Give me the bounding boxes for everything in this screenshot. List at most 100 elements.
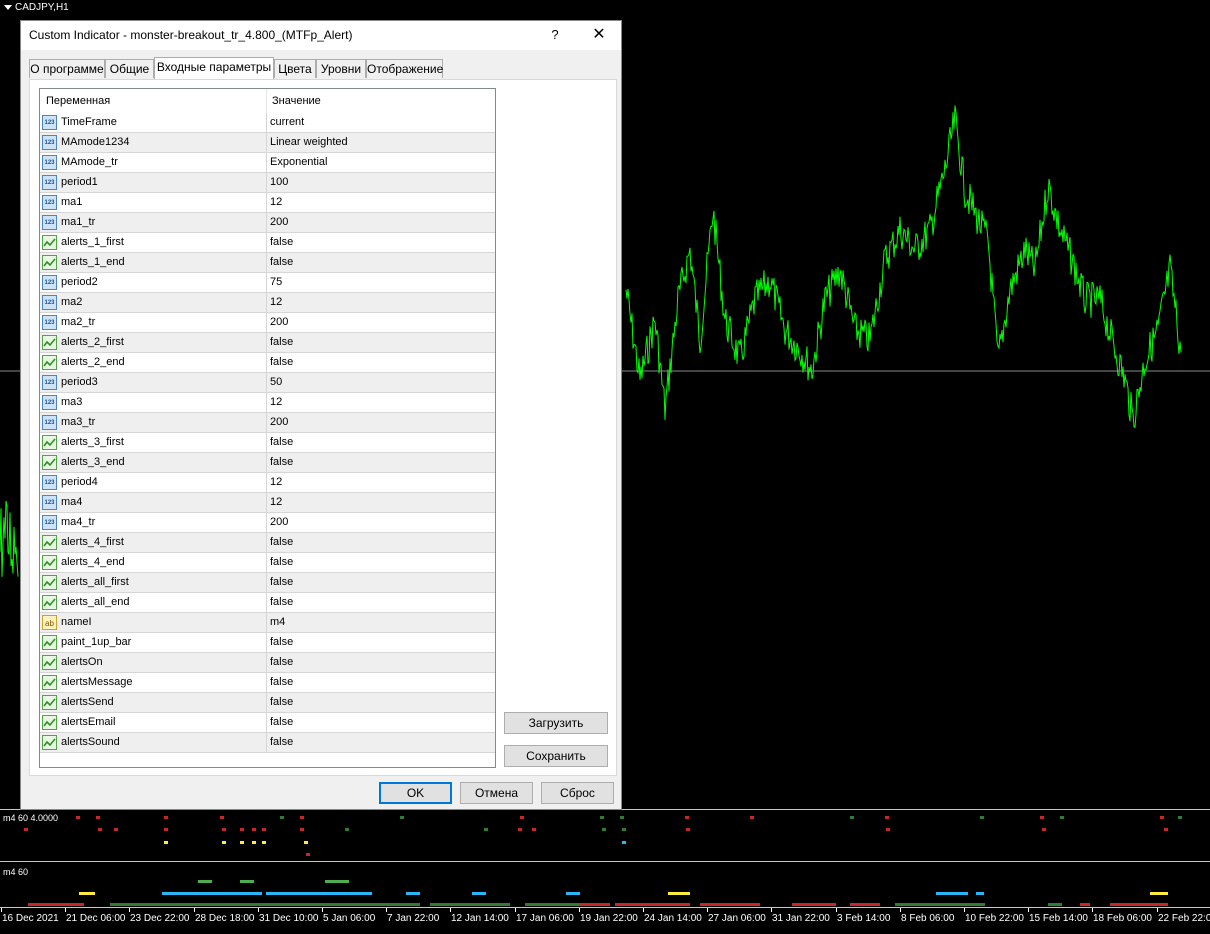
parameter-value[interactable]: 12 xyxy=(270,396,282,408)
parameter-value[interactable]: 75 xyxy=(270,276,282,288)
indicator-mark xyxy=(484,828,488,831)
time-axis-tick xyxy=(1092,908,1093,912)
parameter-value[interactable]: false xyxy=(270,436,293,448)
parameter-row[interactable]: 123 ma3_tr 200 xyxy=(40,413,495,433)
parameter-value[interactable]: false xyxy=(270,716,293,728)
parameter-row[interactable]: 123 ma1 12 xyxy=(40,193,495,213)
parameter-name: alerts_2_first xyxy=(61,336,124,348)
indicator-mark xyxy=(520,816,524,819)
parameter-value[interactable]: 200 xyxy=(270,516,288,528)
indicator-mark xyxy=(1178,816,1182,819)
parameter-value[interactable]: 12 xyxy=(270,476,282,488)
parameter-row[interactable]: 123 period2 75 xyxy=(40,273,495,293)
parameter-row[interactable]: alertsOn false xyxy=(40,653,495,673)
parameter-value[interactable]: false xyxy=(270,256,293,268)
column-header-value[interactable]: Значение xyxy=(272,95,321,107)
parameter-value[interactable]: false xyxy=(270,336,293,348)
parameter-row[interactable]: 123 ma3 12 xyxy=(40,393,495,413)
parameter-row[interactable]: 123 TimeFrame current xyxy=(40,113,495,133)
parameter-value[interactable]: 12 xyxy=(270,296,282,308)
tab-common[interactable]: Общие xyxy=(105,59,154,78)
parameter-row[interactable]: 123 MAmode_tr Exponential xyxy=(40,153,495,173)
close-icon[interactable]: ✕ xyxy=(587,24,611,46)
parameter-value[interactable]: 100 xyxy=(270,176,288,188)
parameter-row[interactable]: 123 ma4_tr 200 xyxy=(40,513,495,533)
time-axis-label: 7 Jan 22:00 xyxy=(387,913,440,924)
column-header-variable[interactable]: Переменная xyxy=(46,95,110,107)
dialog-titlebar[interactable]: Custom Indicator - monster-breakout_tr_4… xyxy=(21,21,621,50)
parameter-row[interactable]: alerts_all_first false xyxy=(40,573,495,593)
parameter-row[interactable]: alerts_4_end false xyxy=(40,553,495,573)
parameter-value[interactable]: Linear weighted xyxy=(270,136,348,148)
time-axis-tick xyxy=(643,908,644,912)
parameter-row[interactable]: 123 ma2 12 xyxy=(40,293,495,313)
parameter-row[interactable]: 123 ma4 12 xyxy=(40,493,495,513)
parameter-value[interactable]: 200 xyxy=(270,416,288,428)
parameter-value[interactable]: false xyxy=(270,636,293,648)
parameter-row[interactable]: paint_1up_bar false xyxy=(40,633,495,653)
integer-type-icon: 123 xyxy=(42,375,57,390)
parameter-row[interactable]: alertsEmail false xyxy=(40,713,495,733)
parameter-row[interactable]: alertsSend false xyxy=(40,693,495,713)
parameter-value[interactable]: false xyxy=(270,676,293,688)
parameter-value[interactable]: false xyxy=(270,596,293,608)
parameter-value[interactable]: 200 xyxy=(270,216,288,228)
ok-button[interactable]: OK xyxy=(379,782,452,804)
parameter-value[interactable]: 12 xyxy=(270,496,282,508)
parameter-row[interactable]: alertsMessage false xyxy=(40,673,495,693)
parameter-value[interactable]: false xyxy=(270,236,293,248)
parameter-row[interactable]: alertsSound false xyxy=(40,733,495,753)
parameters-grid[interactable]: Переменная Значение 123 TimeFrame current 1… xyxy=(39,88,496,768)
tab-levels[interactable]: Уровни xyxy=(316,59,366,78)
reset-button[interactable]: Сброс xyxy=(541,782,614,804)
parameter-row[interactable]: 123 ma2_tr 200 xyxy=(40,313,495,333)
indicator-bar xyxy=(79,892,95,895)
parameter-row[interactable]: 123 MAmode1234 Linear weighted xyxy=(40,133,495,153)
tab-about[interactable]: О программе xyxy=(29,59,105,78)
parameter-row[interactable]: alerts_3_first false xyxy=(40,433,495,453)
parameter-row[interactable]: alerts_4_first false xyxy=(40,533,495,553)
boolean-type-icon xyxy=(42,715,57,730)
parameter-value[interactable]: current xyxy=(270,116,304,128)
indicator-subwindow-1[interactable] xyxy=(0,811,1210,861)
subwindow-separator-2[interactable] xyxy=(0,861,1210,862)
parameter-value[interactable]: false xyxy=(270,536,293,548)
parameter-row[interactable]: 123 period1 100 xyxy=(40,173,495,193)
parameter-row[interactable]: alerts_2_end false xyxy=(40,353,495,373)
save-button[interactable]: Сохранить xyxy=(504,745,608,767)
parameter-value[interactable]: false xyxy=(270,656,293,668)
string-type-icon: ab xyxy=(42,615,57,630)
parameter-value[interactable]: 200 xyxy=(270,316,288,328)
help-button[interactable]: ? xyxy=(545,24,565,46)
parameter-row[interactable]: 123 ma1_tr 200 xyxy=(40,213,495,233)
parameter-value[interactable]: m4 xyxy=(270,616,285,628)
load-button[interactable]: Загрузить xyxy=(504,712,608,734)
tab-colors[interactable]: Цвета xyxy=(274,59,316,78)
parameter-row[interactable]: 123 period4 12 xyxy=(40,473,495,493)
indicator-subwindow-2[interactable] xyxy=(0,863,1210,907)
parameter-row[interactable]: alerts_1_end false xyxy=(40,253,495,273)
parameter-value[interactable]: false xyxy=(270,556,293,568)
parameter-value[interactable]: false xyxy=(270,356,293,368)
time-axis-label: 18 Feb 06:00 xyxy=(1093,913,1152,924)
parameter-row[interactable]: 123 period3 50 xyxy=(40,373,495,393)
parameter-value[interactable]: false xyxy=(270,696,293,708)
parameter-row[interactable]: alerts_all_end false xyxy=(40,593,495,613)
parameter-row[interactable]: ab nameI m4 xyxy=(40,613,495,633)
parameter-value[interactable]: 50 xyxy=(270,376,282,388)
tab-display[interactable]: Отображение xyxy=(366,59,443,78)
cell-divider xyxy=(266,633,267,653)
parameter-row[interactable]: alerts_1_first false xyxy=(40,233,495,253)
header-divider[interactable] xyxy=(266,89,267,113)
parameter-value[interactable]: 12 xyxy=(270,196,282,208)
tab-input-parameters[interactable]: Входные параметры xyxy=(154,57,274,79)
cell-divider xyxy=(266,473,267,493)
parameter-value[interactable]: false xyxy=(270,576,293,588)
parameter-value[interactable]: false xyxy=(270,736,293,748)
parameter-value[interactable]: false xyxy=(270,456,293,468)
indicator-mark xyxy=(345,828,349,831)
parameter-row[interactable]: alerts_3_end false xyxy=(40,453,495,473)
cancel-button[interactable]: Отмена xyxy=(460,782,533,804)
parameter-row[interactable]: alerts_2_first false xyxy=(40,333,495,353)
parameter-value[interactable]: Exponential xyxy=(270,156,328,168)
